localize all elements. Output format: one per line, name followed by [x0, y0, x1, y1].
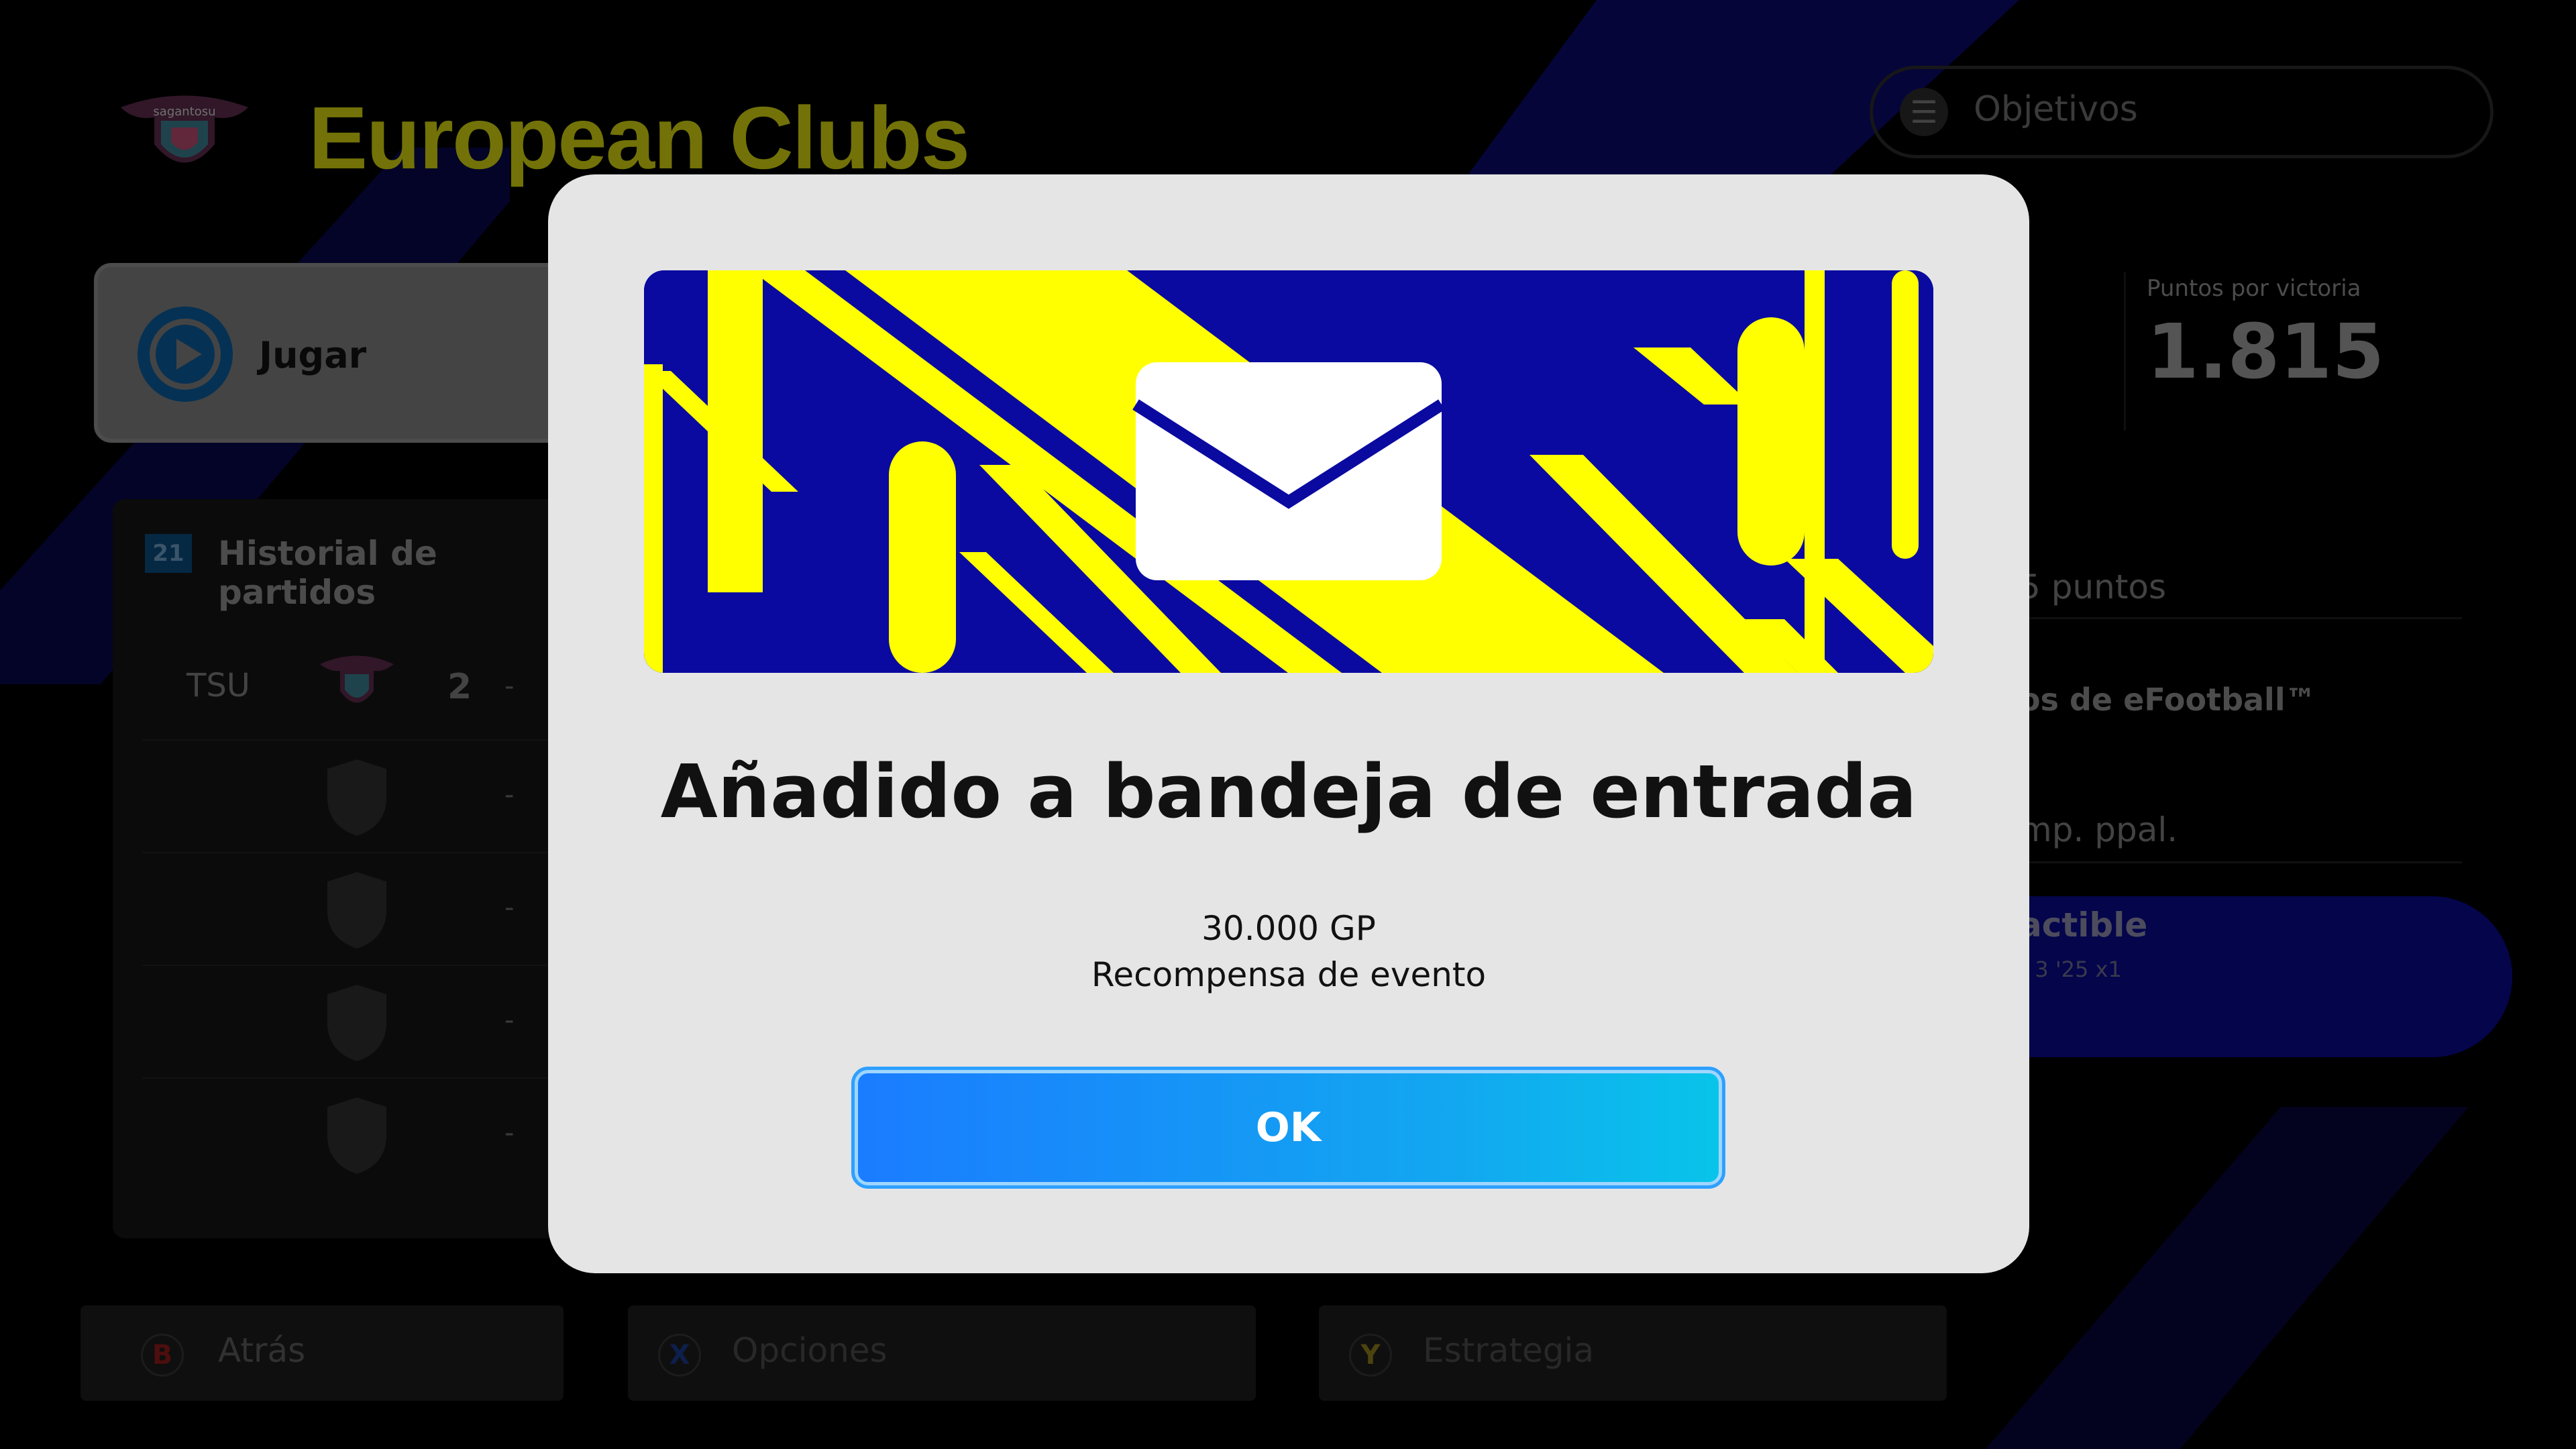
dialog-banner: [644, 270, 1933, 673]
reward-description: Recompensa de evento: [1091, 955, 1487, 994]
dialog-heading: Añadido a bandeja de entrada: [660, 749, 1917, 835]
banner-artwork: [644, 270, 1933, 673]
envelope-icon: [1132, 362, 1445, 580]
ok-button[interactable]: OK: [851, 1067, 1725, 1189]
inbox-added-dialog: Añadido a bandeja de entrada 30.000 GP R…: [548, 174, 2029, 1273]
reward-amount: 30.000 GP: [1201, 909, 1376, 948]
